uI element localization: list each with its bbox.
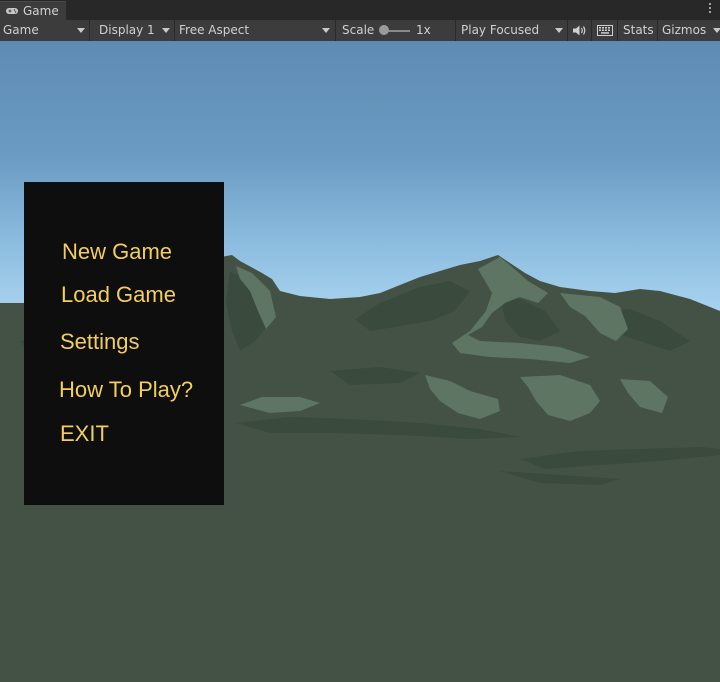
keyboard-icon (597, 25, 613, 36)
settings-button[interactable]: Settings (60, 329, 140, 355)
scale-slider-handle[interactable] (379, 25, 389, 35)
new-game-button[interactable]: New Game (62, 239, 172, 265)
gamepad-icon (6, 8, 18, 14)
view-select[interactable]: Game (0, 20, 90, 41)
load-game-button[interactable]: Load Game (61, 282, 176, 308)
scale-label: Scale (342, 23, 375, 37)
how-to-play-button[interactable]: How To Play? (59, 377, 193, 403)
game-view-toolbar: Game Display 1 Free Aspect Scale 1x Play… (0, 20, 720, 42)
exit-button[interactable]: EXIT (60, 421, 109, 447)
main-menu-panel: New Game Load Game Settings How To Play?… (24, 182, 224, 505)
chevron-down-icon (322, 28, 330, 33)
view-select-label: Game (3, 23, 39, 37)
game-viewport[interactable]: New Game Load Game Settings How To Play?… (0, 41, 720, 682)
scale-value: 1x (416, 23, 431, 37)
window-tab-bar: Game (0, 0, 720, 20)
chevron-down-icon (555, 28, 563, 33)
tab-game[interactable]: Game (0, 1, 66, 20)
gizmos-menu[interactable]: Gizmos (658, 20, 720, 41)
chevron-down-icon (77, 28, 85, 33)
play-mode-select-label: Play Focused (461, 23, 540, 37)
chevron-down-icon (713, 28, 720, 33)
display-select-label: Display 1 (99, 23, 155, 37)
keyboard-shortcuts-button[interactable] (592, 20, 618, 41)
aspect-select[interactable]: Free Aspect (175, 20, 336, 41)
stats-label: Stats (623, 23, 654, 37)
kebab-menu-icon[interactable] (709, 3, 712, 15)
mute-audio-button[interactable] (568, 20, 592, 41)
gizmos-label: Gizmos (662, 23, 707, 37)
play-mode-select[interactable]: Play Focused (457, 20, 568, 41)
tab-label: Game (23, 4, 59, 18)
speaker-icon (573, 25, 586, 36)
stats-button[interactable]: Stats (618, 20, 658, 41)
display-select[interactable]: Display 1 (95, 20, 175, 41)
aspect-select-label: Free Aspect (179, 23, 250, 37)
chevron-down-icon (162, 28, 170, 33)
